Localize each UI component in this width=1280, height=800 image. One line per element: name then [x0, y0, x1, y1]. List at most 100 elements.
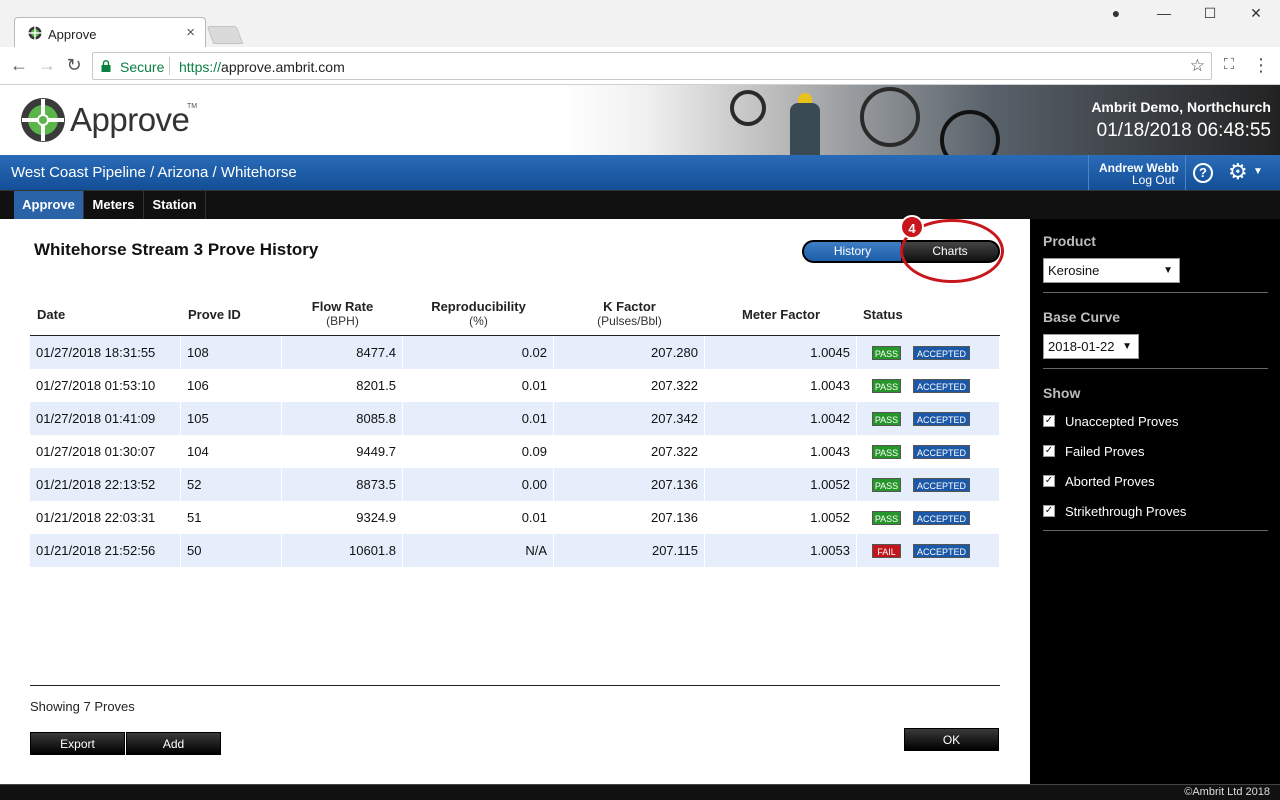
logo-text: Approve	[70, 101, 190, 138]
close-window-icon[interactable]: ✕	[1246, 5, 1266, 22]
cell-status: PASS ACCEPTED	[857, 435, 1000, 468]
cell-reproducibility: N/A	[403, 534, 554, 567]
account-icon[interactable]: ●	[1106, 5, 1126, 21]
export-button[interactable]: Export	[30, 732, 125, 755]
checkbox[interactable]: ✓	[1043, 475, 1055, 487]
current-datetime: 01/18/2018 06:48:55	[1096, 120, 1271, 141]
cell-flow-rate: 8201.5	[282, 369, 403, 402]
status-badge: ACCEPTED	[913, 478, 970, 492]
cell-status: PASS ACCEPTED	[857, 336, 1000, 369]
cell-prove-id: 50	[181, 534, 282, 567]
forward-icon[interactable]: →	[36, 55, 58, 75]
ok-button[interactable]: OK	[904, 728, 999, 751]
approve-favicon-icon	[28, 26, 42, 40]
cell-date: 01/21/2018 22:03:31	[30, 501, 181, 534]
chevron-down-icon: ▼	[1122, 341, 1132, 352]
menu-item-station[interactable]: Station	[144, 191, 206, 219]
base-curve-select[interactable]: 2018-01-22 ▼	[1043, 334, 1139, 359]
header-reproducibility-unit: (%)	[469, 314, 488, 328]
main-panel: Whitehorse Stream 3 Prove History Histor…	[0, 215, 1030, 784]
cell-k-factor: 207.136	[554, 468, 705, 501]
result-badge: PASS	[872, 511, 901, 525]
sidebar-divider	[1043, 530, 1268, 531]
cell-reproducibility: 0.01	[403, 402, 554, 435]
checkbox-label: Strikethrough Proves	[1065, 504, 1187, 519]
gear-icon[interactable]: ⚙	[1228, 160, 1248, 184]
table-row[interactable]: 01/27/2018 01:53:10 106 8201.5 0.01 207.322 1…	[30, 369, 1000, 402]
menu-item-meters[interactable]: Meters	[84, 191, 144, 219]
cell-meter-factor: 1.0052	[705, 468, 857, 501]
help-icon[interactable]: ?	[1193, 163, 1213, 183]
cell-date: 01/21/2018 22:13:52	[30, 468, 181, 501]
table-row[interactable]: 01/21/2018 22:13:52 52 8873.5 0.00 207.136 1.…	[30, 468, 1000, 501]
cell-date: 01/27/2018 18:31:55	[30, 336, 181, 369]
header-flow-rate: Flow Rate (BPH)	[282, 299, 403, 339]
cell-meter-factor: 1.0043	[705, 435, 857, 468]
cell-k-factor: 207.115	[554, 534, 705, 567]
menu-dots-icon[interactable]: ⋮	[1250, 55, 1272, 75]
cell-prove-id: 108	[181, 336, 282, 369]
url-text: https://approve.ambrit.com	[179, 59, 345, 75]
product-select-value: Kerosine	[1048, 263, 1100, 278]
cell-meter-factor: 1.0053	[705, 534, 857, 567]
sidebar-divider	[1043, 292, 1268, 293]
product-select[interactable]: Kerosine ▼	[1043, 258, 1180, 283]
cell-prove-id: 52	[181, 468, 282, 501]
annotation-step-badge: 4	[900, 215, 924, 239]
back-icon[interactable]: ←	[8, 55, 30, 75]
cell-status: FAIL ACCEPTED	[857, 534, 1000, 567]
header-flow-rate-label: Flow Rate	[311, 299, 374, 314]
show-label: Show	[1043, 385, 1081, 401]
checkbox-label: Failed Proves	[1065, 444, 1145, 459]
cell-status: PASS ACCEPTED	[857, 402, 1000, 435]
new-tab-button[interactable]	[206, 26, 244, 44]
cast-icon[interactable]: ⛶	[1218, 55, 1240, 75]
cell-k-factor: 207.280	[554, 336, 705, 369]
maximize-icon[interactable]: ☐	[1200, 5, 1220, 22]
breadcrumb-bar: West Coast Pipeline / Arizona / Whitehor…	[0, 155, 1280, 190]
showing-count: Showing 7 Proves	[30, 699, 135, 714]
result-badge: PASS	[872, 379, 901, 393]
cell-reproducibility: 0.01	[403, 369, 554, 402]
add-button[interactable]: Add	[126, 732, 221, 755]
checkbox[interactable]: ✓	[1043, 415, 1055, 427]
reload-icon[interactable]: ↻	[63, 55, 85, 75]
header-flow-rate-unit: (BPH)	[326, 314, 359, 328]
bookmark-star-icon[interactable]: ☆	[1190, 56, 1205, 76]
chevron-down-icon[interactable]: ▼	[1253, 166, 1263, 177]
valve-wheel-icon	[860, 87, 920, 147]
close-tab-icon[interactable]: ×	[186, 24, 195, 41]
table-row[interactable]: 01/27/2018 18:31:55 108 8477.4 0.02 207.280 1…	[30, 336, 1000, 369]
cell-status: PASS ACCEPTED	[857, 468, 1000, 501]
table-row[interactable]: 01/21/2018 22:03:31 51 9324.9 0.01 207.136 1.…	[30, 501, 1000, 534]
minimize-icon[interactable]: —	[1154, 5, 1174, 21]
cell-reproducibility: 0.00	[403, 468, 554, 501]
approve-logo-icon	[21, 98, 65, 142]
url-input[interactable]: Secure https://approve.ambrit.com ☆	[92, 52, 1212, 80]
cell-meter-factor: 1.0042	[705, 402, 857, 435]
table-row[interactable]: 01/27/2018 01:30:07 104 9449.7 0.09 207.322 1…	[30, 435, 1000, 468]
breadcrumb[interactable]: West Coast Pipeline / Arizona / Whitehor…	[11, 164, 297, 181]
logout-link[interactable]: Log Out	[1132, 173, 1175, 187]
table-header: Date Prove ID Flow Rate (BPH) Reproducibi…	[30, 295, 1000, 336]
browser-tab[interactable]: Approve ×	[14, 17, 206, 47]
logo-trademark: TM	[187, 103, 198, 110]
hard-hat-icon	[798, 93, 812, 103]
menu-item-approve[interactable]: Approve	[14, 191, 84, 219]
cell-reproducibility: 0.02	[403, 336, 554, 369]
footer-divider	[30, 685, 1000, 686]
history-tab-button[interactable]: History	[804, 242, 902, 261]
browser-address-bar: ← → ↻ Secure https://approve.ambrit.com …	[0, 47, 1280, 85]
cell-prove-id: 51	[181, 501, 282, 534]
checkbox[interactable]: ✓	[1043, 445, 1055, 457]
worker-figure	[790, 103, 820, 155]
checkbox[interactable]: ✓	[1043, 505, 1055, 517]
table-row[interactable]: 01/21/2018 21:52:56 50 10601.8 N/A 207.115 1.…	[30, 534, 1000, 567]
checkbox-label: Unaccepted Proves	[1065, 414, 1179, 429]
cell-meter-factor: 1.0045	[705, 336, 857, 369]
browser-tab-bar: Approve × ● — ☐ ✕	[0, 0, 1280, 47]
header-k-factor-label: K Factor	[603, 299, 656, 314]
result-badge: PASS	[872, 412, 901, 426]
table-row[interactable]: 01/27/2018 01:41:09 105 8085.8 0.01 207.342 1…	[30, 402, 1000, 435]
url-separator	[169, 57, 170, 75]
